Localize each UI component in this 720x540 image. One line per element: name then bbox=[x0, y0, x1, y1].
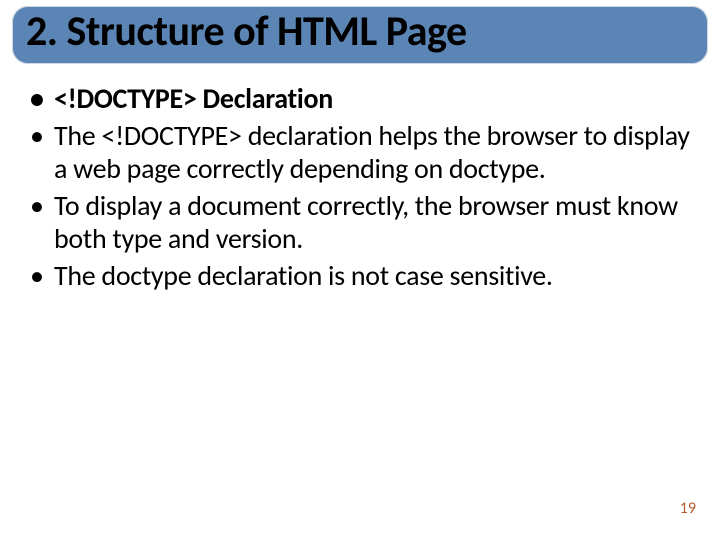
bullet-list: <!DOCTYPE> Declaration The <!DOCTYPE> de… bbox=[10, 82, 710, 292]
slide: 2. Structure of HTML Page <!DOCTYPE> Dec… bbox=[0, 0, 720, 540]
page-number: 19 bbox=[680, 499, 696, 518]
list-item: The <!DOCTYPE> declaration helps the bro… bbox=[24, 119, 698, 185]
slide-title: 2. Structure of HTML Page bbox=[26, 10, 694, 54]
list-item: The doctype declaration is not case sens… bbox=[24, 259, 698, 292]
list-item: <!DOCTYPE> Declaration bbox=[24, 82, 698, 115]
title-container: 2. Structure of HTML Page bbox=[12, 6, 708, 64]
list-item: To display a document correctly, the bro… bbox=[24, 189, 698, 255]
